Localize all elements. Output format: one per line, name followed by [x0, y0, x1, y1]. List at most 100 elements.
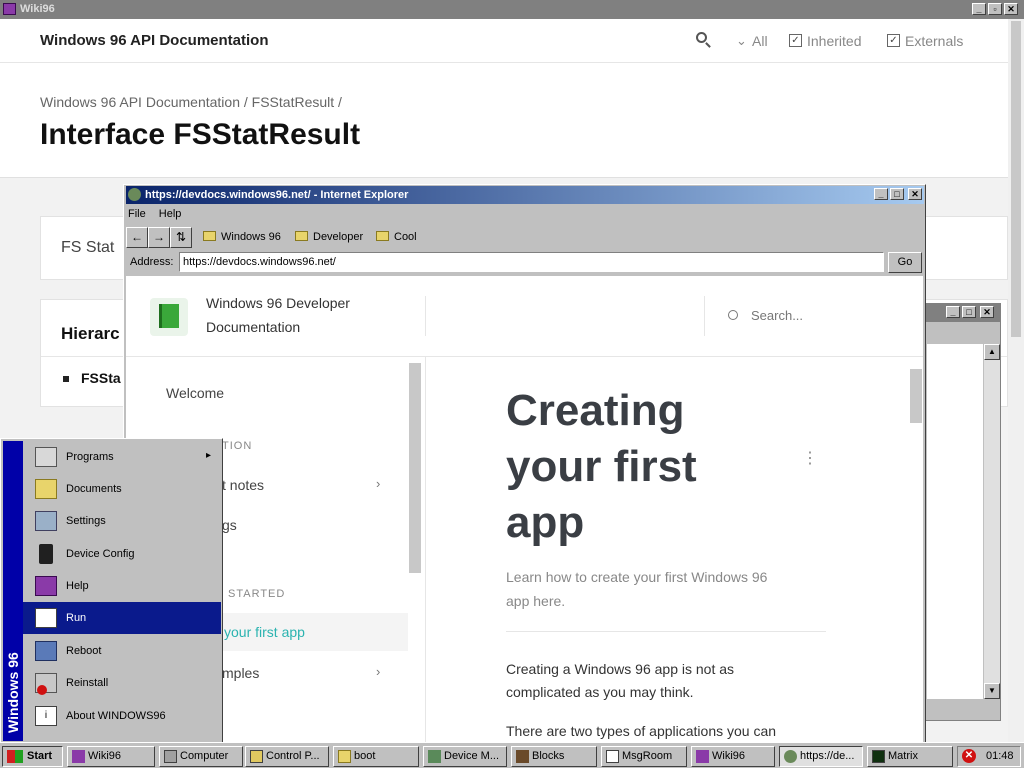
- start-menu-item-device-config[interactable]: Device Config: [23, 538, 221, 570]
- scroll-down-button[interactable]: ▼: [984, 683, 1000, 699]
- wiki-header: Windows 96 API Documentation ⌄ All ✓ Inh…: [0, 19, 1008, 63]
- wiki-header-title[interactable]: Windows 96 API Documentation: [40, 32, 269, 49]
- more-options-icon[interactable]: ⋮: [802, 451, 818, 467]
- taskbar-item-msgroom[interactable]: MsgRoom: [601, 746, 687, 767]
- chevron-right-icon[interactable]: ›: [376, 664, 380, 679]
- start-menu-item-help[interactable]: Help: [23, 570, 221, 602]
- device-manager-icon: [428, 750, 441, 763]
- taskbar-item-matrix[interactable]: Matrix: [867, 746, 953, 767]
- scrollbar-thumb[interactable]: [1011, 21, 1021, 337]
- close-button[interactable]: ✕: [980, 306, 994, 318]
- start-menu-item-about[interactable]: i About WINDOWS96: [23, 700, 221, 732]
- sidebar-item-samples[interactable]: mples: [222, 665, 259, 681]
- background-window-scrollbar[interactable]: ▲ ▼: [984, 344, 1000, 699]
- minimize-button[interactable]: _: [874, 188, 888, 200]
- start-menu-item-run[interactable]: Run: [23, 602, 221, 634]
- header-divider: [704, 296, 705, 336]
- site-main: Creating your first app ⋮ Learn how to c…: [426, 357, 923, 743]
- minimize-button[interactable]: _: [972, 3, 986, 15]
- favorite-cool[interactable]: Cool: [376, 231, 417, 243]
- article-heading-line2: your first: [506, 442, 697, 491]
- hierarchy-item[interactable]: FSSta: [81, 370, 121, 386]
- favorite-windows96[interactable]: Windows 96: [203, 231, 281, 243]
- refresh-button[interactable]: ⇅: [170, 227, 192, 248]
- main-scrollbar[interactable]: [910, 369, 922, 423]
- ie-app-icon: [128, 188, 141, 201]
- breadcrumb[interactable]: Windows 96 API Documentation / FSStatRes…: [40, 94, 342, 110]
- menu-file[interactable]: File: [128, 208, 146, 220]
- wiki-icon: [72, 750, 85, 763]
- taskbar-item-wiki96-2[interactable]: Wiki96: [691, 746, 775, 767]
- search-icon[interactable]: [728, 310, 738, 320]
- documents-folder-icon: [35, 479, 57, 499]
- taskbar-item-wiki96[interactable]: Wiki96: [67, 746, 155, 767]
- scroll-up-button[interactable]: ▲: [984, 344, 1000, 360]
- page-title: Interface FSStatResult: [40, 118, 361, 151]
- ie-title: https://devdocs.windows96.net/ - Interne…: [145, 189, 409, 201]
- start-button[interactable]: Start: [2, 746, 63, 767]
- address-label: Address:: [130, 256, 174, 268]
- ie-titlebar[interactable]: https://devdocs.windows96.net/ - Interne…: [126, 186, 924, 204]
- start-menu-item-settings[interactable]: Settings: [23, 505, 221, 537]
- start-menu-item-reboot[interactable]: Reboot: [23, 635, 221, 667]
- forward-button[interactable]: →: [148, 227, 170, 248]
- taskbar-item-computer[interactable]: Computer: [159, 746, 243, 767]
- start-menu-item-programs[interactable]: Programs ▸: [23, 441, 221, 473]
- sidebar-item-first-app[interactable]: your first app: [222, 613, 408, 651]
- site-search-input[interactable]: Search...: [751, 308, 803, 323]
- wiki-scrollbar[interactable]: [1008, 19, 1024, 742]
- article-para2-line1: There are two types of applications you …: [506, 723, 777, 739]
- search-icon[interactable]: [696, 32, 707, 43]
- start-menu-item-documents[interactable]: Documents: [23, 473, 221, 505]
- error-tray-icon[interactable]: ✕: [962, 749, 976, 763]
- ie-addressbar: Address: https://devdocs.windows96.net/ …: [126, 251, 924, 273]
- back-button[interactable]: ←: [126, 227, 148, 248]
- article-divider: [506, 631, 826, 632]
- control-panel-icon: [250, 750, 263, 763]
- folder-icon: [295, 231, 308, 241]
- chevron-down-icon[interactable]: ⌄: [736, 33, 747, 49]
- article-para1-line1: Creating a Windows 96 app is not as: [506, 661, 735, 677]
- sidebar-item-notes[interactable]: t notes: [222, 477, 264, 493]
- search-icon-handle: [705, 42, 711, 48]
- msgroom-icon: [606, 750, 619, 763]
- address-input[interactable]: https://devdocs.windows96.net/: [179, 252, 884, 272]
- checkbox-icon[interactable]: ✓: [789, 34, 802, 47]
- site-brand-line2[interactable]: Documentation: [206, 319, 300, 335]
- background-window-titlebar[interactable]: _ □ ✕: [925, 304, 1000, 322]
- article-heading-line3: app: [506, 498, 585, 547]
- taskbar-item-control-panel[interactable]: Control P...: [245, 746, 329, 767]
- clock[interactable]: 01:48: [986, 750, 1014, 762]
- checkbox-icon[interactable]: ✓: [887, 34, 900, 47]
- chevron-right-icon[interactable]: ›: [376, 476, 380, 491]
- favorite-developer[interactable]: Developer: [295, 231, 363, 243]
- filter-all[interactable]: All: [752, 33, 768, 49]
- go-button[interactable]: Go: [888, 252, 922, 273]
- restore-button[interactable]: ▫: [988, 3, 1002, 15]
- sidebar-item-gs[interactable]: gs: [222, 517, 237, 533]
- site-logo-inner: [159, 304, 179, 328]
- taskbar-item-ie[interactable]: https://de...: [779, 746, 863, 767]
- close-button[interactable]: ✕: [1004, 3, 1018, 15]
- filter-inherited[interactable]: Inherited: [807, 33, 861, 49]
- close-button[interactable]: ✕: [908, 188, 922, 200]
- taskbar-item-blocks[interactable]: Blocks: [511, 746, 597, 767]
- taskbar-item-boot[interactable]: boot: [333, 746, 419, 767]
- ie-menubar: File Help: [128, 208, 181, 224]
- maximize-button[interactable]: □: [962, 306, 976, 318]
- filter-externals[interactable]: Externals: [905, 33, 963, 49]
- minimize-button[interactable]: _: [946, 306, 960, 318]
- site-header: Windows 96 Developer Documentation Searc…: [126, 276, 923, 357]
- computer-icon: [164, 750, 177, 763]
- menu-help[interactable]: Help: [159, 208, 182, 220]
- ie-window: https://devdocs.windows96.net/ - Interne…: [123, 184, 926, 743]
- hierarchy-heading: Hierarc: [61, 324, 120, 343]
- maximize-button[interactable]: □: [890, 188, 904, 200]
- site-brand-line1[interactable]: Windows 96 Developer: [206, 295, 350, 311]
- sidebar-scrollbar[interactable]: [409, 363, 421, 573]
- taskbar-item-device-manager[interactable]: Device M...: [423, 746, 507, 767]
- start-menu-item-reinstall[interactable]: Reinstall: [23, 667, 221, 699]
- wiki96-titlebar[interactable]: Wiki96 _ ▫ ✕: [0, 0, 1024, 19]
- sidebar-welcome[interactable]: Welcome: [166, 385, 224, 401]
- blocks-icon: [516, 750, 529, 763]
